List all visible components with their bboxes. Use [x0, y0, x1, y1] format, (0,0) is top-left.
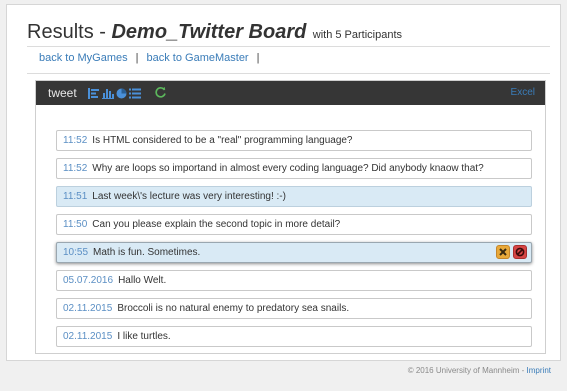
tweet-text: Hallo Welt.	[118, 275, 167, 286]
tweet-time: 02.11.2015	[63, 331, 113, 342]
tweet-item[interactable]: 02.11.2015 I like turtles.	[56, 326, 532, 347]
excel-export-link[interactable]: Excel	[511, 87, 535, 98]
tweet-time: 11:51	[63, 191, 88, 202]
block-button[interactable]	[513, 245, 527, 259]
tweet-time: 11:52	[63, 135, 88, 146]
nav-separator: |	[256, 52, 260, 64]
results-page: Results - Demo_Twitter Board with 5 Part…	[6, 4, 561, 361]
nav-separator: |	[135, 52, 139, 64]
remove-button[interactable]	[496, 245, 510, 259]
refresh-icon[interactable]	[154, 86, 167, 99]
page-title: Results - Demo_Twitter Board with 5 Part…	[27, 21, 402, 44]
tweet-item-selected[interactable]: 10:55 Math is fun. Sometimes.	[56, 242, 532, 263]
list-icon[interactable]	[129, 88, 141, 99]
tweet-time: 11:50	[63, 219, 88, 230]
tweet-item[interactable]: 11:50 Can you please explain the second t…	[56, 214, 532, 235]
links-divider	[27, 73, 550, 74]
tweet-text: Why are loops so importand in almost eve…	[92, 163, 484, 174]
tweet-item[interactable]: 11:52 Why are loops so importand in almos…	[56, 158, 532, 179]
tweet-text: Last week\'s lecture was very interestin…	[92, 191, 286, 202]
title-prefix: Results -	[27, 21, 112, 43]
participants-subtitle: with 5 Participants	[312, 29, 403, 41]
tweet-text: Broccoli is no natural enemy to predator…	[117, 303, 350, 314]
board-name: Demo_Twitter Board	[111, 21, 307, 43]
panel-title: tweet	[48, 86, 77, 100]
bar-chart-icon[interactable]	[102, 88, 114, 99]
tweet-time: 05.07.2016	[63, 275, 114, 286]
pie-chart-icon[interactable]	[116, 88, 127, 99]
close-icon	[499, 248, 507, 256]
footer: © 2016 University of Mannheim - Imprint	[408, 366, 551, 375]
tweet-time: 10:55	[63, 247, 89, 258]
tweet-text: I like turtles.	[117, 331, 171, 342]
back-to-mygames-link[interactable]: back to MyGames	[39, 52, 128, 64]
tweet-panel: tweet Excel 11:52 Is HTML considered to …	[35, 80, 546, 354]
breadcrumb: back to MyGames | back to GameMaster |	[39, 52, 267, 64]
tweet-item-highlighted[interactable]: 11:51 Last week\'s lecture was very inter…	[56, 186, 532, 207]
tweet-text: Math is fun. Sometimes.	[93, 247, 201, 258]
tweet-item[interactable]: 05.07.2016 Hallo Welt.	[56, 270, 532, 291]
tweet-list: 11:52 Is HTML considered to be a "real" p…	[56, 130, 532, 354]
tweet-item[interactable]: 02.11.2015 Broccoli is no natural enemy t…	[56, 298, 532, 319]
imprint-link[interactable]: Imprint	[527, 366, 551, 375]
back-to-gamemaster-link[interactable]: back to GameMaster	[147, 52, 249, 64]
tweet-actions	[496, 245, 527, 259]
panel-header: tweet Excel	[36, 81, 545, 105]
view-icons	[88, 87, 141, 99]
block-icon	[515, 247, 525, 257]
tweet-text: Can you please explain the second topic …	[92, 219, 341, 230]
tweet-time: 02.11.2015	[63, 303, 113, 314]
title-divider	[27, 46, 550, 47]
copyright-text: © 2016 University of Mannheim -	[407, 366, 527, 375]
tweet-time: 11:52	[63, 163, 88, 174]
bar-chart-horizontal-icon[interactable]	[88, 87, 100, 99]
tweet-item[interactable]: 11:52 Is HTML considered to be a "real" p…	[56, 130, 532, 151]
tweet-text: Is HTML considered to be a "real" progra…	[92, 135, 353, 146]
